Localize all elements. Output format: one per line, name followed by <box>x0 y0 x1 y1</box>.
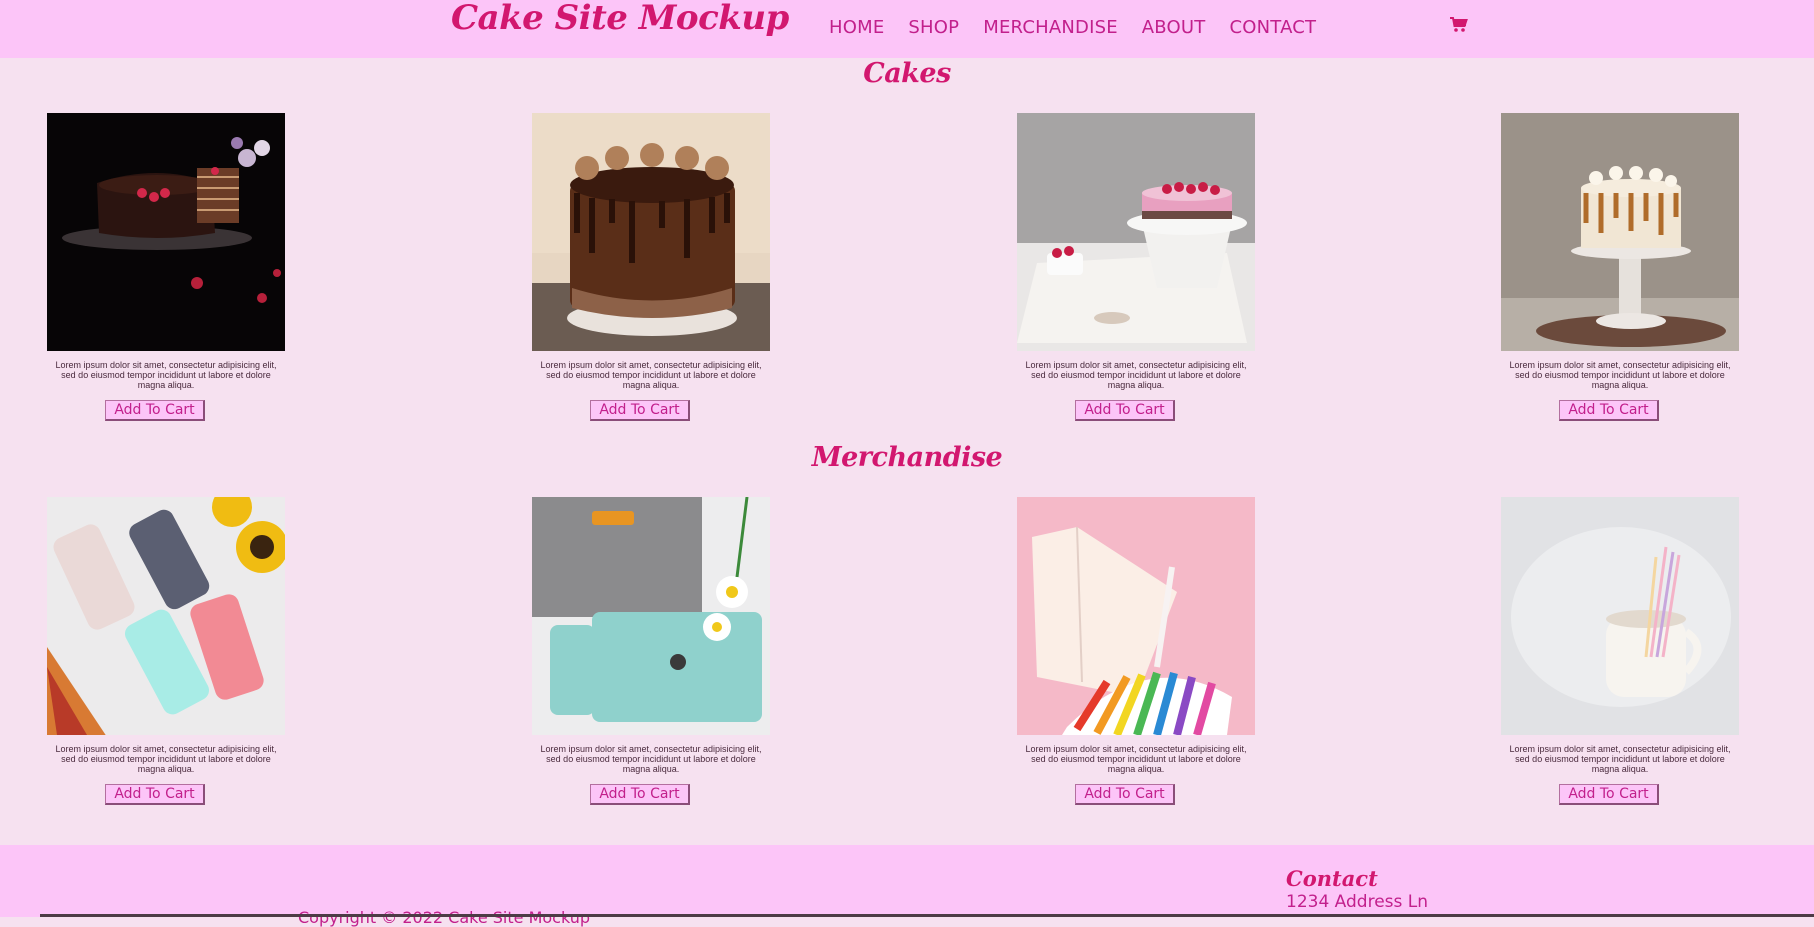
nav-about[interactable]: ABOUT <box>1142 17 1206 38</box>
section-title-cakes: Cakes <box>863 58 951 89</box>
add-to-cart-button[interactable]: Add To Cart <box>1559 400 1659 421</box>
product-description: Lorem ipsum dolor sit amet, consectetur … <box>540 360 762 390</box>
product-image[interactable] <box>1501 497 1739 735</box>
site-header: Cake Site Mockup HOME SHOP MERCHANDISE A… <box>0 0 1814 58</box>
product-card: Lorem ipsum dolor sit amet, consectetur … <box>1501 497 1739 805</box>
nav-home[interactable]: HOME <box>829 17 884 38</box>
product-description: Lorem ipsum dolor sit amet, consectetur … <box>1509 360 1731 390</box>
add-to-cart-button[interactable]: Add To Cart <box>1075 784 1175 805</box>
footer-address: 1234 Address Ln <box>1286 892 1429 912</box>
nav-contact[interactable]: CONTACT <box>1229 17 1316 38</box>
product-description: Lorem ipsum dolor sit amet, consectetur … <box>55 360 277 390</box>
nav-shop[interactable]: SHOP <box>908 17 959 38</box>
add-to-cart-button[interactable]: Add To Cart <box>1559 784 1659 805</box>
add-to-cart-button[interactable]: Add To Cart <box>590 400 690 421</box>
site-logo[interactable]: Cake Site Mockup <box>451 0 789 38</box>
copyright-text: Copyright © 2022 Cake Site Mockup <box>298 908 591 927</box>
add-to-cart-button[interactable]: Add To Cart <box>105 400 205 421</box>
product-description: Lorem ipsum dolor sit amet, consectetur … <box>55 744 277 774</box>
product-image[interactable] <box>532 113 770 351</box>
product-description: Lorem ipsum dolor sit amet, consectetur … <box>1025 360 1247 390</box>
site-footer <box>0 845 1814 917</box>
footer-contact-title: Contact <box>1286 866 1378 891</box>
product-card: Lorem ipsum dolor sit amet, consectetur … <box>532 113 770 421</box>
product-description: Lorem ipsum dolor sit amet, consectetur … <box>540 744 762 774</box>
add-to-cart-button[interactable]: Add To Cart <box>590 784 690 805</box>
nav-merchandise[interactable]: MERCHANDISE <box>983 17 1118 38</box>
product-image[interactable] <box>47 113 285 351</box>
shopping-cart-icon[interactable] <box>1450 17 1468 33</box>
product-image[interactable] <box>1017 113 1255 351</box>
main-nav: HOME SHOP MERCHANDISE ABOUT CONTACT <box>829 17 1340 38</box>
product-description: Lorem ipsum dolor sit amet, consectetur … <box>1509 744 1731 774</box>
add-to-cart-button[interactable]: Add To Cart <box>1075 400 1175 421</box>
product-card: Lorem ipsum dolor sit amet, consectetur … <box>532 497 770 805</box>
product-image[interactable] <box>532 497 770 735</box>
product-image[interactable] <box>47 497 285 735</box>
product-image[interactable] <box>1501 113 1739 351</box>
product-image[interactable] <box>1017 497 1255 735</box>
product-card: Lorem ipsum dolor sit amet, consectetur … <box>1017 113 1255 421</box>
product-description: Lorem ipsum dolor sit amet, consectetur … <box>1025 744 1247 774</box>
product-card: Lorem ipsum dolor sit amet, consectetur … <box>47 113 285 421</box>
add-to-cart-button[interactable]: Add To Cart <box>105 784 205 805</box>
section-title-merchandise: Merchandise <box>811 442 1003 473</box>
product-card: Lorem ipsum dolor sit amet, consectetur … <box>1501 113 1739 421</box>
product-card: Lorem ipsum dolor sit amet, consectetur … <box>1017 497 1255 805</box>
product-card: Lorem ipsum dolor sit amet, consectetur … <box>47 497 285 805</box>
